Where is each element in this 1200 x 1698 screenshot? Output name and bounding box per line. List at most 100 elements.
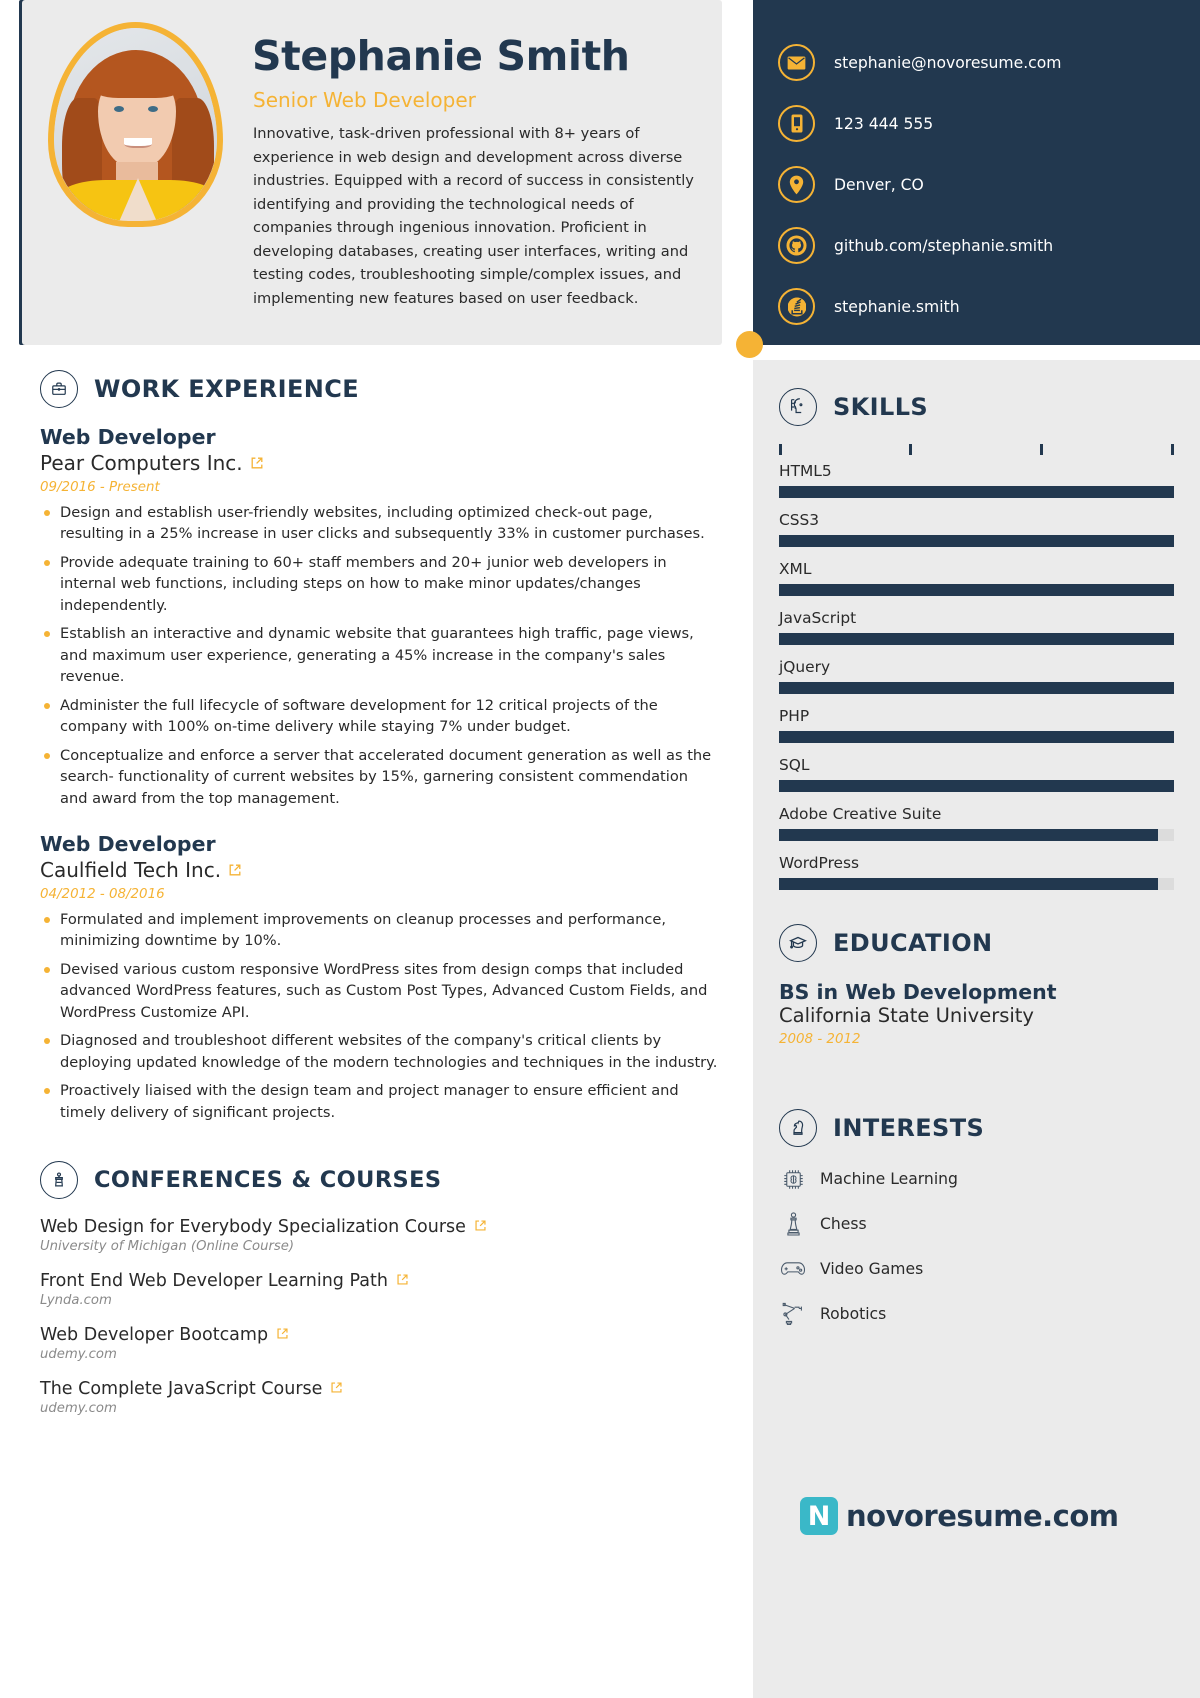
logo-text: novoresume.com (846, 1499, 1119, 1533)
divider-dot (736, 331, 763, 358)
skill-bar-track (779, 731, 1174, 743)
gamepad-icon (779, 1255, 807, 1283)
course-item: Front End Web Developer Learning Path Lyn… (40, 1271, 720, 1308)
cpu-brain-icon (779, 1165, 807, 1193)
resume-header: Stephanie Smith Senior Web Developer Inn… (0, 0, 1200, 360)
skill-label: HTML5 (779, 462, 832, 480)
scale-tick (909, 444, 913, 455)
education-school: California State University (779, 1004, 1034, 1027)
chess-pawn-icon (779, 1210, 807, 1238)
skills-list: HTML5 CSS3 XML JavaScript jQuery PHP SQL Adobe … (779, 462, 1174, 890)
contact-item-email[interactable]: stephanie@novoresume.com (778, 32, 1178, 93)
education-date: 2008 - 2012 (779, 1032, 861, 1048)
work-experience-list: Web Developer Pear Computers Inc. 09/2016 … (40, 425, 720, 1124)
skill-bar-track (779, 584, 1174, 596)
avatar-image (54, 28, 217, 221)
skill-bar-track (779, 829, 1174, 841)
skill-item: HTML5 (779, 462, 1174, 498)
job-title: Web Developer (40, 832, 216, 857)
course-name-label: The Complete JavaScript Course (40, 1379, 323, 1400)
github-icon (778, 227, 815, 264)
skill-item: WordPress (779, 854, 1174, 890)
skill-bar-track (779, 780, 1174, 792)
chess-knight-icon (779, 1109, 817, 1148)
contact-item-stackoverflow[interactable]: stephanie.smith (778, 276, 1178, 337)
interest-item-chess: Chess (779, 1210, 1174, 1238)
job-bullet: Design and establish user-friendly websi… (40, 502, 720, 545)
skill-bar-fill (779, 633, 1174, 645)
job-company: Pear Computers Inc. (40, 450, 720, 476)
skill-bar-track (779, 682, 1174, 694)
skill-label: XML (779, 560, 812, 578)
page-title: Stephanie Smith (252, 32, 630, 80)
profile-summary: Innovative, task-driven professional wit… (253, 125, 694, 307)
skill-item: JavaScript (779, 609, 1174, 645)
course-item: The Complete JavaScript Course udemy.com (40, 1379, 720, 1416)
section-header-work: WORK EXPERIENCE (40, 370, 720, 408)
external-link-icon[interactable] (396, 1271, 409, 1291)
course-item: Web Design for Everybody Specialization … (40, 1217, 720, 1254)
section-title: EDUCATION (833, 929, 993, 957)
skill-label: PHP (779, 707, 810, 725)
skill-bar-fill (779, 731, 1174, 743)
work-experience-entry: Web Developer Caulfield Tech Inc. 04/2012 … (40, 832, 720, 1124)
external-link-icon[interactable] (474, 1217, 487, 1237)
job-company: Caulfield Tech Inc. (40, 857, 720, 883)
contact-item-location[interactable]: Denver, CO (778, 154, 1178, 215)
section-header-interests: INTERESTS (779, 1109, 1174, 1148)
course-name-label: Web Design for Everybody Specialization … (40, 1217, 466, 1238)
interest-label: Chess (820, 1215, 867, 1234)
job-bullet: Diagnosed and troubleshoot different web… (40, 1030, 720, 1073)
skill-item: jQuery (779, 658, 1174, 694)
job-company-label: Pear Computers Inc. (40, 450, 243, 475)
contact-item-phone[interactable]: 123 444 555 (778, 93, 1178, 154)
contact-list: stephanie@novoresume.com 123 444 555 Den… (778, 32, 1178, 337)
section-title: INTERESTS (833, 1114, 985, 1143)
skill-bar-track (779, 535, 1174, 547)
location-pin-icon (778, 166, 815, 203)
job-bullet: Proactively liaised with the design team… (40, 1080, 720, 1123)
mail-icon (778, 44, 815, 81)
briefcase-icon (40, 370, 78, 408)
graduation-cap-icon (779, 924, 817, 962)
contact-value: stephanie@novoresume.com (834, 53, 1062, 72)
job-bullet: Formulated and implement improvements on… (40, 909, 720, 952)
skill-label: jQuery (779, 658, 831, 676)
contact-value: github.com/stephanie.smith (834, 236, 1054, 255)
skills-scale (779, 444, 1174, 460)
course-name: Front End Web Developer Learning Path (40, 1271, 720, 1291)
job-bullet: Administer the full lifecycle of softwar… (40, 695, 720, 738)
course-name-label: Front End Web Developer Learning Path (40, 1271, 388, 1292)
external-link-icon[interactable] (330, 1379, 343, 1399)
course-name: The Complete JavaScript Course (40, 1379, 720, 1399)
scale-tick (1171, 444, 1174, 455)
job-company-label: Caulfield Tech Inc. (40, 857, 222, 882)
interest-item-video-games: Video Games (779, 1255, 1174, 1283)
skill-bar-track (779, 486, 1174, 498)
skill-label: JavaScript (779, 609, 857, 627)
novoresume-logo[interactable]: N novoresume.com (800, 1497, 1119, 1535)
skill-bar-track (779, 878, 1174, 890)
section-header-conferences: CONFERENCES & COURSES (40, 1161, 720, 1200)
job-date: 09/2016 - Present (40, 479, 160, 495)
course-name: Web Design for Everybody Specialization … (40, 1217, 720, 1237)
education-degree: BS in Web Development (779, 980, 1057, 1004)
education-entry: BS in Web Development California State U… (779, 980, 1174, 1047)
job-role-subtitle: Senior Web Developer (253, 88, 476, 112)
resume-page: Stephanie Smith Senior Web Developer Inn… (0, 0, 1200, 1698)
contact-item-github[interactable]: github.com/stephanie.smith (778, 215, 1178, 276)
external-link-icon[interactable] (250, 450, 264, 476)
skill-bar-fill (779, 829, 1159, 841)
external-link-icon[interactable] (276, 1325, 289, 1345)
course-org: udemy.com (40, 1401, 117, 1417)
skill-bar-fill (779, 584, 1174, 596)
job-bullet: Establish an interactive and dynamic web… (40, 623, 720, 688)
external-link-icon[interactable] (228, 857, 242, 883)
skill-label: Adobe Creative Suite (779, 805, 942, 823)
job-bullet-list: Formulated and implement improvements on… (40, 909, 720, 1124)
skill-bar-fill (779, 780, 1174, 792)
avatar (48, 22, 223, 227)
skill-item: SQL (779, 756, 1174, 792)
main-content: WORK EXPERIENCE Web Developer Pear Comput… (40, 370, 720, 1433)
interest-item-robotics: Robotics (779, 1300, 1174, 1328)
